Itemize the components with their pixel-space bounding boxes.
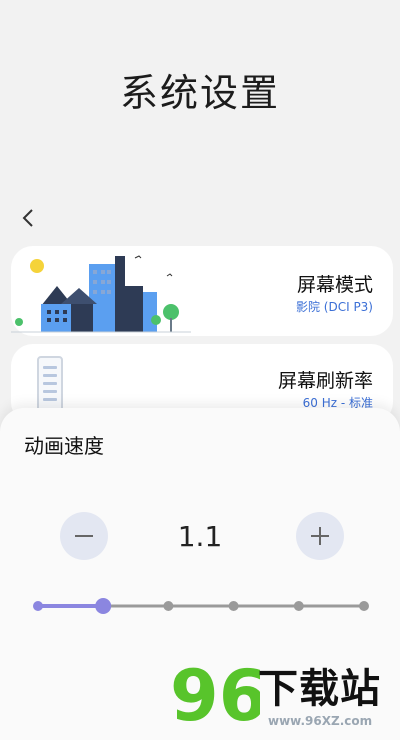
chevron-left-icon [22,209,33,227]
screen-mode-value: 影院 (DCI P3) [295,300,373,314]
slider-stop [228,601,239,611]
plus-icon [311,527,329,545]
screen-mode-card[interactable]: 屏幕模式 影院 (DCI P3) [11,246,393,336]
watermark-url: www.96XZ.com [268,714,373,728]
animation-speed-slider[interactable] [30,596,372,616]
city-illustration-icon [11,255,191,333]
increase-button[interactable] [296,512,344,560]
back-button[interactable] [14,204,42,232]
slider-stop [293,601,304,611]
svg-text:96: 96 [170,655,260,737]
slider-track [33,598,369,614]
slider-thumb[interactable] [95,598,112,614]
slider-stop [359,601,369,611]
page-title: 系统设置 [119,71,280,115]
slider-stop [33,601,43,611]
watermark-logo: 96 下载站 www.96XZ.com [168,648,400,740]
watermark-brand: 下载站 [258,666,381,712]
sheet-title: 动画速度 [24,434,104,458]
watermark-number-icon: 96 [170,655,260,737]
screen-mode-title: 屏幕模式 [296,274,373,296]
refresh-rate-title: 屏幕刷新率 [277,370,373,392]
slider-stop [163,601,174,611]
phone-illustration-icon [37,356,63,416]
